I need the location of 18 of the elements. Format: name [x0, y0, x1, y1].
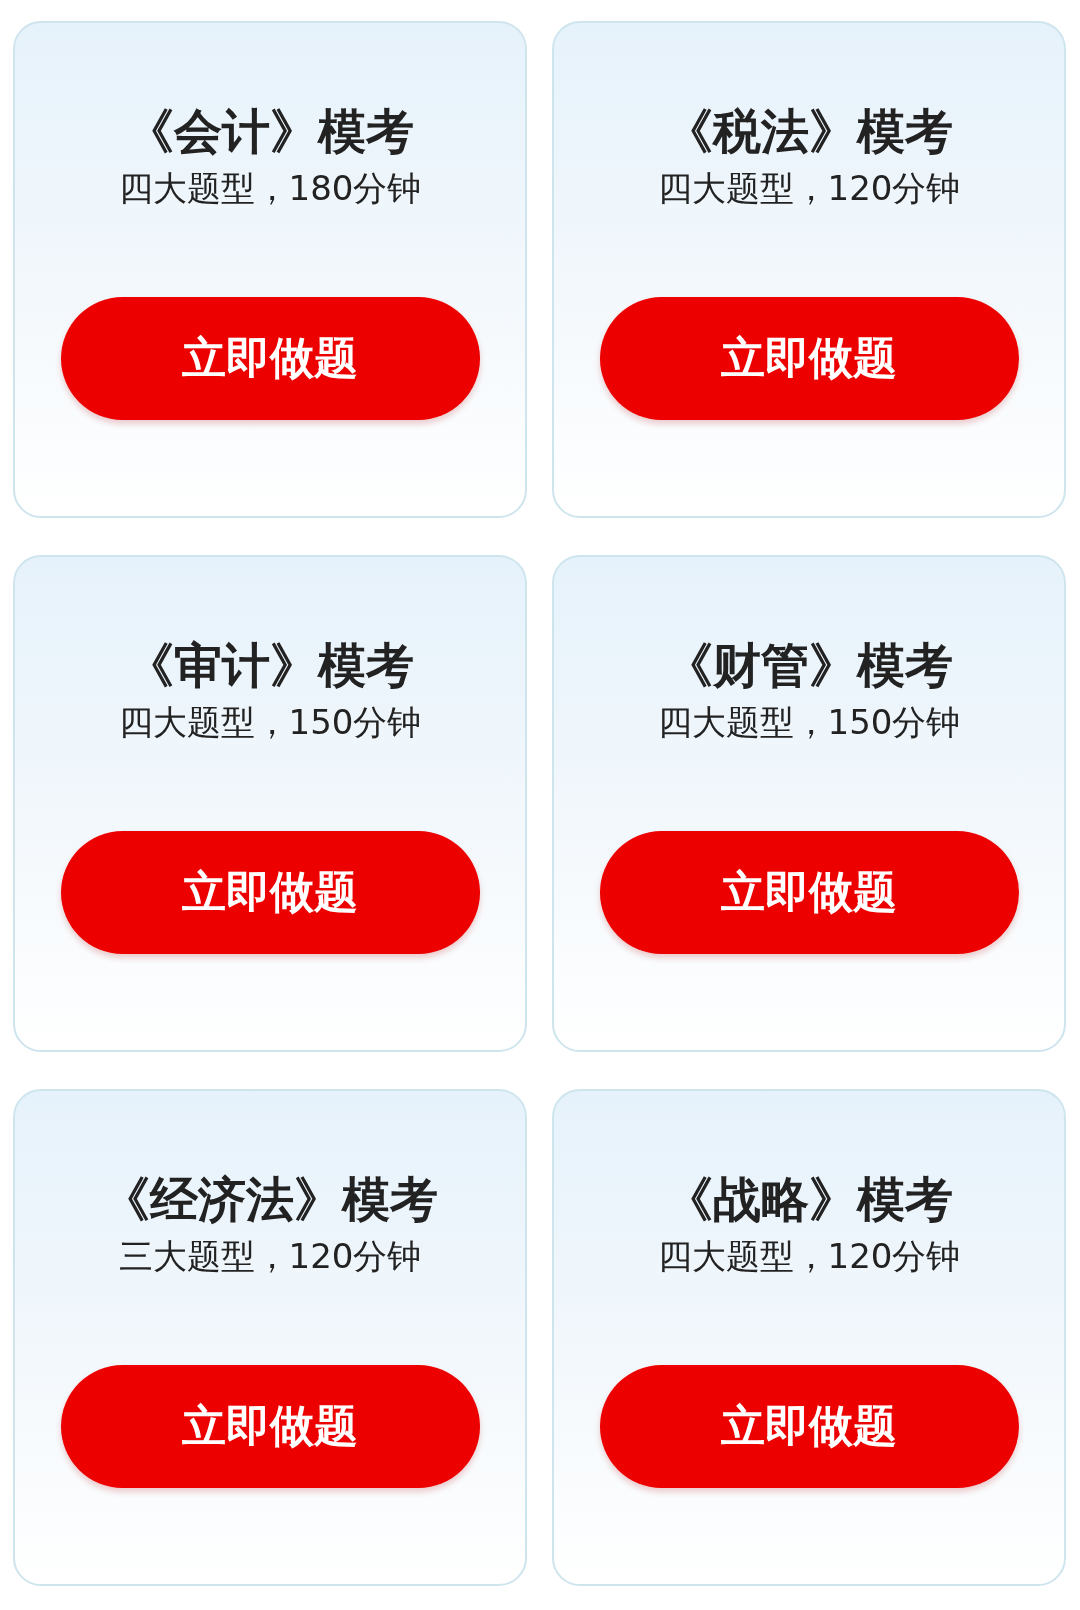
card-title: 《审计》模考 — [126, 636, 414, 695]
start-button[interactable]: 立即做题 — [599, 1365, 1019, 1488]
start-button[interactable]: 立即做题 — [60, 1365, 480, 1488]
card-subtitle: 三大题型，120分钟 — [118, 1235, 422, 1278]
start-button[interactable]: 立即做题 — [60, 297, 480, 420]
card-subtitle: 四大题型，180分钟 — [118, 167, 422, 210]
card-subtitle: 四大题型，120分钟 — [657, 167, 961, 210]
start-button[interactable]: 立即做题 — [599, 831, 1019, 954]
start-button[interactable]: 立即做题 — [599, 297, 1019, 420]
start-button[interactable]: 立即做题 — [60, 831, 480, 954]
card-title: 《税法》模考 — [665, 102, 953, 161]
card-subtitle: 四大题型，150分钟 — [657, 701, 961, 744]
card-title: 《财管》模考 — [665, 636, 953, 695]
card-subtitle: 四大题型，150分钟 — [118, 701, 422, 744]
card-subtitle: 四大题型，120分钟 — [657, 1235, 961, 1278]
card-title: 《经济法》模考 — [102, 1170, 438, 1229]
card-title: 《战略》模考 — [665, 1170, 953, 1229]
card-title: 《会计》模考 — [126, 102, 414, 161]
